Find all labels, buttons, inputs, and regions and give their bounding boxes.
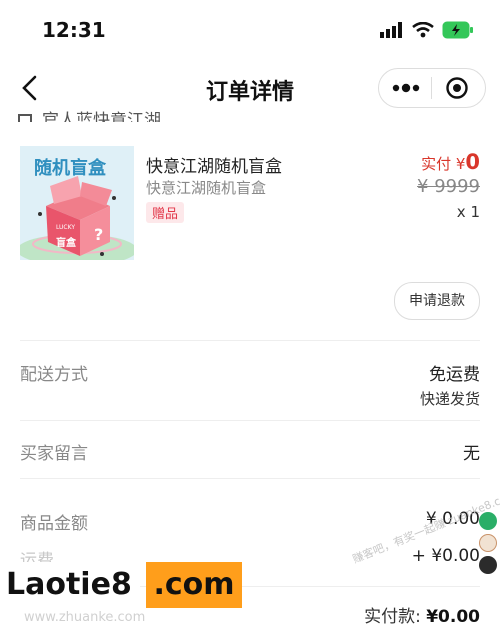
watermark-logo: Laotie8 .com [0, 562, 242, 608]
image-box-text: 盲盒 [56, 238, 76, 249]
delivery-method: 快递发货 [419, 390, 480, 408]
battery-icon [442, 21, 473, 39]
watermark-logo-right: .com [146, 562, 242, 608]
sheep-icon [479, 534, 497, 552]
ball-icon [479, 556, 497, 574]
system-icons [380, 20, 474, 40]
divider [20, 420, 480, 421]
apply-refund-button[interactable]: 申请退款 [394, 282, 480, 320]
product-name[interactable]: 快意江湖随机盲盒 [146, 152, 282, 177]
delivery-label: 配送方式 [20, 365, 88, 385]
product-image[interactable]: ? 随机盲盒 LUCKY 盲盒 [20, 146, 134, 260]
buyer-message-label: 买家留言 [20, 444, 88, 464]
item-paid-value: 0 [465, 150, 480, 174]
capsule-divider [431, 77, 432, 99]
divider [20, 340, 480, 341]
signal-icon [380, 22, 402, 38]
buyer-message-value: 无 [463, 444, 480, 464]
freight-value: + ¥0.00 [411, 546, 480, 566]
store-name: 官人蓝快意江湖 [42, 111, 161, 122]
status-time: 12:31 [42, 18, 106, 42]
close-target-icon[interactable] [445, 76, 469, 100]
status-bar: 12:31 [0, 0, 500, 58]
product-spec: 快意江湖随机盲盒 [146, 179, 267, 197]
image-heading-text: 随机盲盒 [34, 158, 106, 179]
svg-text:?: ? [94, 225, 103, 244]
total-paid: 实付款: ¥0.00 [364, 602, 480, 627]
watermark-site: www.zhuanke.com [24, 610, 146, 625]
item-paid-price: 实付 ¥0 [421, 150, 480, 174]
wechat-icon [479, 512, 497, 530]
item-paid-label: 实付 ¥ [421, 155, 466, 173]
wifi-icon [412, 22, 434, 38]
total-paid-value: ¥0.00 [426, 607, 480, 627]
mini-program-capsule [378, 68, 486, 108]
more-dots-icon[interactable] [391, 81, 421, 95]
total-paid-label: 实付款: [364, 607, 421, 627]
watermark-logo-left: Laotie8 [0, 562, 140, 608]
side-icons [476, 508, 500, 578]
divider [20, 478, 480, 479]
gift-tag: 赠品 [146, 202, 185, 223]
original-price: ¥ 9999 [417, 176, 480, 197]
goods-amount-label: 商品金额 [20, 514, 88, 534]
image-lucky-text: LUCKY [56, 224, 76, 231]
store-checkbox-icon [18, 114, 32, 122]
quantity: x 1 [456, 203, 480, 221]
store-header[interactable]: 官人蓝快意江湖 [18, 106, 161, 122]
delivery-value: 免运费 [429, 365, 480, 385]
